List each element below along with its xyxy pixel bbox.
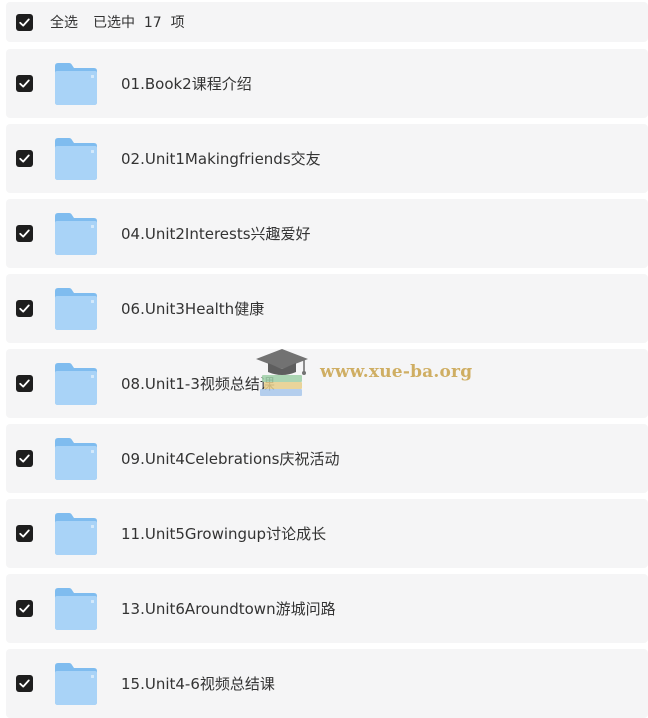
folder-icon — [53, 137, 99, 181]
folder-row[interactable]: 11.Unit5Growingup讨论成长 — [6, 499, 648, 568]
folder-row[interactable]: 15.Unit4-6视频总结课 — [6, 649, 648, 718]
folder-name[interactable]: 01.Book2课程介绍 — [121, 73, 252, 94]
folder-icon — [53, 662, 99, 706]
select-all-bar: 全选 已选中 17 项 — [6, 2, 648, 42]
row-checkbox[interactable] — [16, 450, 33, 467]
folder-name[interactable]: 02.Unit1Makingfriends交友 — [121, 148, 321, 169]
folder-row[interactable]: 13.Unit6Aroundtown游城问路 — [6, 574, 648, 643]
checkmark-icon — [19, 679, 30, 688]
row-checkbox[interactable] — [16, 600, 33, 617]
folder-row[interactable]: 02.Unit1Makingfriends交友 — [6, 124, 648, 193]
checkmark-icon — [19, 79, 30, 88]
folder-icon — [53, 212, 99, 256]
checkmark-icon — [19, 229, 30, 238]
checkmark-icon — [19, 604, 30, 613]
folder-row[interactable]: 06.Unit3Health健康 — [6, 274, 648, 343]
checkmark-icon — [19, 304, 30, 313]
row-checkbox[interactable] — [16, 675, 33, 692]
checkmark-icon — [19, 529, 30, 538]
folder-name[interactable]: 11.Unit5Growingup讨论成长 — [121, 523, 326, 544]
folder-row[interactable]: 08.Unit1-3视频总结课 — [6, 349, 648, 418]
select-all-checkbox[interactable] — [16, 13, 33, 31]
folder-icon — [53, 62, 99, 106]
checkmark-icon — [19, 154, 30, 163]
row-checkbox[interactable] — [16, 525, 33, 542]
selected-count-text: 已选中 17 项 — [93, 15, 185, 31]
folder-name[interactable]: 04.Unit2Interests兴趣爱好 — [121, 223, 311, 244]
checkmark-icon — [19, 454, 30, 463]
folder-name[interactable]: 15.Unit4-6视频总结课 — [121, 673, 275, 694]
folder-icon — [53, 287, 99, 331]
row-checkbox[interactable] — [16, 150, 33, 167]
folder-row[interactable]: 09.Unit4Celebrations庆祝活动 — [6, 424, 648, 493]
select-all-label[interactable]: 全选 — [50, 12, 78, 32]
folder-icon — [53, 362, 99, 406]
folder-icon — [53, 587, 99, 631]
folder-name[interactable]: 09.Unit4Celebrations庆祝活动 — [121, 448, 339, 469]
folder-name[interactable]: 06.Unit3Health健康 — [121, 298, 264, 319]
folder-row[interactable]: 04.Unit2Interests兴趣爱好 — [6, 199, 648, 268]
row-checkbox[interactable] — [16, 225, 33, 242]
folder-row[interactable]: 01.Book2课程介绍 — [6, 49, 648, 118]
row-checkbox[interactable] — [16, 300, 33, 317]
folder-icon — [53, 512, 99, 556]
row-checkbox[interactable] — [16, 75, 33, 92]
folder-name[interactable]: 13.Unit6Aroundtown游城问路 — [121, 598, 336, 619]
folder-icon — [53, 437, 99, 481]
row-checkbox[interactable] — [16, 375, 33, 392]
folder-name[interactable]: 08.Unit1-3视频总结课 — [121, 373, 275, 394]
checkmark-icon — [19, 18, 30, 26]
checkmark-icon — [19, 379, 30, 388]
